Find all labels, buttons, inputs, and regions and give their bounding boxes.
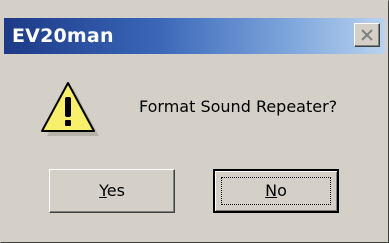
message-dialog: EV20man Format Sound Repeater? Yes No xyxy=(0,0,389,243)
yes-button[interactable]: Yes xyxy=(49,169,175,213)
close-button[interactable] xyxy=(354,23,380,47)
yes-button-label: Yes xyxy=(99,181,125,200)
yes-label-rest: es xyxy=(106,181,125,200)
close-icon xyxy=(361,29,373,41)
warning-icon xyxy=(41,82,99,136)
title-bar[interactable]: EV20man xyxy=(4,18,385,54)
no-button[interactable]: No xyxy=(213,169,339,213)
dialog-message: Format Sound Repeater? xyxy=(139,97,338,116)
yes-accelerator: Y xyxy=(99,181,107,200)
no-label-rest: o xyxy=(277,181,287,200)
no-accelerator: N xyxy=(265,181,278,200)
window-title: EV20man xyxy=(12,25,114,47)
no-button-label: No xyxy=(265,181,287,200)
